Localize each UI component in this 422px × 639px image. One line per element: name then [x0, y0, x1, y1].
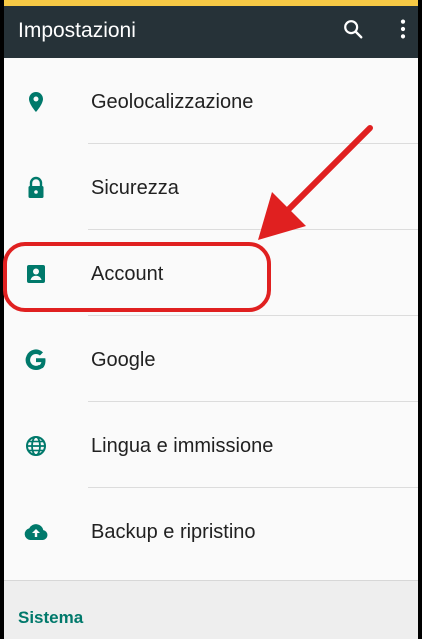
settings-item-label: Backup e ripristino — [91, 521, 256, 543]
annotation-arrow-icon — [258, 125, 373, 240]
settings-item-google[interactable]: Google — [4, 316, 418, 402]
app-bar: Impostazioni — [4, 0, 418, 58]
settings-item-label: Lingua e immissione — [91, 435, 274, 457]
page-title: Impostazioni — [18, 19, 136, 42]
location-pin-icon — [29, 92, 43, 112]
settings-item-label: Sicurezza — [91, 177, 179, 199]
status-strip — [4, 0, 418, 6]
google-icon — [25, 349, 46, 370]
globe-icon — [26, 436, 46, 456]
settings-item-lingua[interactable]: Lingua e immissione — [4, 402, 418, 488]
settings-screen: Impostazioni Geolocalizzazione Sicurezza… — [4, 0, 418, 639]
settings-item-backup[interactable]: Backup e ripristino — [4, 488, 418, 574]
settings-item-label: Google — [91, 349, 156, 371]
more-vert-icon[interactable] — [396, 18, 410, 40]
section-label: Sistema — [18, 608, 84, 627]
account-highlight-outline — [3, 242, 271, 312]
section-header-sistema: Sistema — [4, 580, 418, 639]
search-icon[interactable] — [342, 18, 364, 40]
settings-item-label: Geolocalizzazione — [91, 91, 254, 113]
lock-icon — [28, 176, 44, 198]
cloud-upload-icon — [24, 524, 48, 540]
